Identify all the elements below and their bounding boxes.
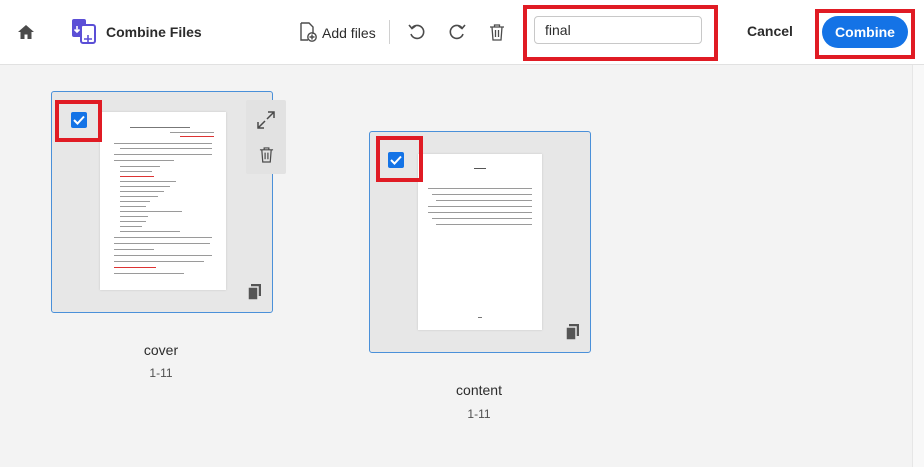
file-checkbox-cover[interactable] bbox=[71, 112, 87, 128]
delete-file-icon[interactable] bbox=[257, 144, 275, 164]
add-file-icon[interactable] bbox=[297, 21, 319, 43]
page-thumbnail-content bbox=[418, 154, 542, 330]
combine-files-tool-icon bbox=[71, 17, 97, 47]
page-range-cover: 1-11 bbox=[149, 366, 173, 380]
undo-icon[interactable] bbox=[406, 21, 428, 43]
combine-button[interactable]: Combine bbox=[822, 16, 908, 48]
add-files-button[interactable]: Add files bbox=[322, 25, 376, 41]
file-name-cover: cover bbox=[143, 342, 179, 358]
page-thumbnail-cover bbox=[100, 112, 226, 290]
pages-icon bbox=[565, 324, 580, 341]
page-title: Combine Files bbox=[106, 24, 202, 40]
file-name-content: content bbox=[456, 382, 502, 398]
file-checkbox-content[interactable] bbox=[388, 152, 404, 168]
file-name-input[interactable] bbox=[534, 16, 702, 44]
home-icon[interactable] bbox=[16, 22, 36, 42]
expand-icon[interactable] bbox=[256, 110, 276, 130]
pages-icon bbox=[247, 284, 262, 301]
page-range-content: 1-11 bbox=[467, 407, 491, 421]
card-actions-panel bbox=[246, 100, 286, 174]
redo-icon[interactable] bbox=[446, 21, 468, 43]
toolbar: Combine Files Add files Cancel Combine bbox=[0, 0, 924, 65]
vertical-scrollbar[interactable] bbox=[912, 65, 924, 467]
toolbar-divider bbox=[389, 20, 390, 44]
cancel-button[interactable]: Cancel bbox=[740, 18, 800, 44]
trash-icon[interactable] bbox=[486, 21, 508, 43]
